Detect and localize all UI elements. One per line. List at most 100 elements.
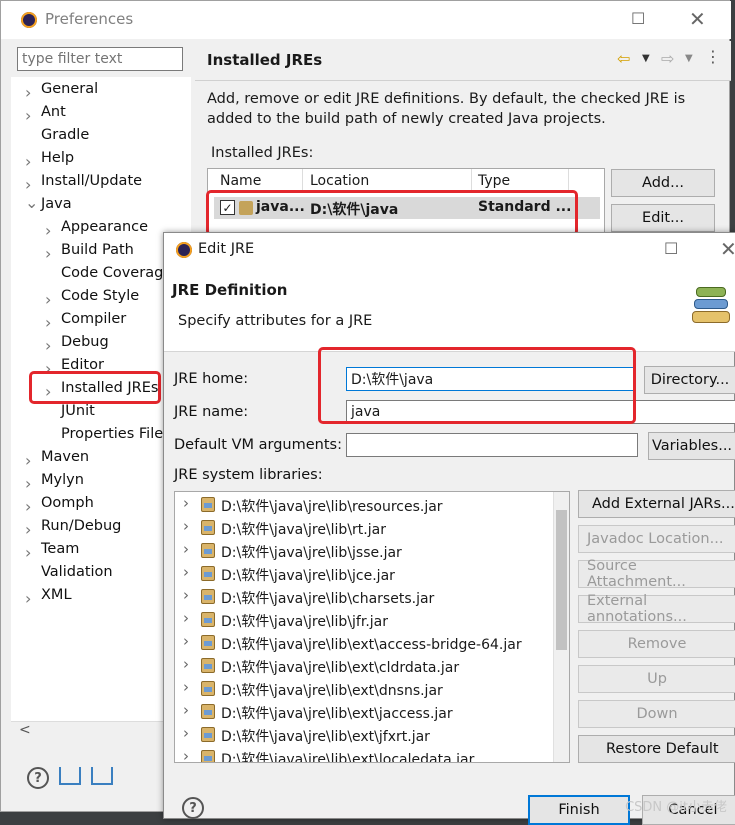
chevron-right-icon[interactable]: › <box>183 609 189 627</box>
export-icon[interactable] <box>91 767 113 785</box>
chevron-right-icon[interactable]: › <box>25 543 31 562</box>
edit-jre-button[interactable]: Edit... <box>611 204 715 232</box>
scroll-left-icon[interactable]: < <box>19 722 31 738</box>
tree-item[interactable]: Build Path <box>61 242 134 258</box>
library-row[interactable]: › D:\软件\java\jre\lib\jfr.jar <box>175 609 555 632</box>
chevron-right-icon[interactable]: › <box>183 494 189 512</box>
library-row[interactable]: › D:\软件\java\jre\lib\jsse.jar <box>175 540 555 563</box>
column-header-location[interactable]: Location <box>310 173 369 189</box>
forward-arrow-icon[interactable]: ⇨ <box>661 49 674 68</box>
library-row[interactable]: › D:\软件\java\jre\lib\resources.jar <box>175 494 555 517</box>
add-jre-button[interactable]: Add... <box>611 169 715 197</box>
chevron-right-icon[interactable]: › <box>183 747 189 762</box>
chevron-right-icon[interactable]: › <box>45 313 51 332</box>
system-libraries-label: JRE system libraries: <box>174 467 323 483</box>
chevron-right-icon[interactable]: › <box>25 106 31 125</box>
dialog-titlebar: Edit JRE ☐ ✕ <box>164 233 735 267</box>
help-icon[interactable]: ? <box>27 767 49 789</box>
forward-dropdown-icon[interactable]: ▼ <box>685 53 693 64</box>
tree-item[interactable]: Java <box>41 196 72 212</box>
chevron-right-icon[interactable]: › <box>25 520 31 539</box>
library-row[interactable]: › D:\软件\java\jre\lib\jce.jar <box>175 563 555 586</box>
tree-item[interactable]: Help <box>41 150 74 166</box>
import-icon[interactable] <box>59 767 81 785</box>
chevron-right-icon[interactable]: › <box>45 290 51 309</box>
chevron-down-icon[interactable]: ⌄ <box>25 193 38 212</box>
column-header-name[interactable]: Name <box>220 173 261 189</box>
vm-arguments-input[interactable] <box>346 433 638 457</box>
jar-icon <box>201 750 215 762</box>
tree-item[interactable]: Gradle <box>41 127 89 143</box>
tree-item[interactable]: Install/Update <box>41 173 142 189</box>
tree-item[interactable]: Ant <box>41 104 66 120</box>
add-external-jars-button[interactable]: Add External JARs... <box>578 490 735 518</box>
library-row[interactable]: › D:\软件\java\jre\lib\ext\jfxrt.jar <box>175 724 555 747</box>
remove-button: Remove <box>578 630 735 658</box>
variables-button[interactable]: Variables... <box>648 432 735 460</box>
chevron-right-icon[interactable]: › <box>25 175 31 194</box>
filter-input[interactable] <box>17 47 183 71</box>
chevron-right-icon[interactable]: › <box>25 589 31 608</box>
chevron-right-icon[interactable]: › <box>183 678 189 696</box>
dialog-heading: JRE Definition <box>172 281 288 299</box>
tree-item[interactable]: General <box>41 81 98 97</box>
library-row[interactable]: › D:\软件\java\jre\lib\ext\cldrdata.jar <box>175 655 555 678</box>
maximize-icon[interactable]: ☐ <box>631 9 645 28</box>
chevron-right-icon[interactable]: › <box>183 540 189 558</box>
maximize-icon[interactable]: ☐ <box>664 239 678 258</box>
chevron-right-icon[interactable]: › <box>183 724 189 742</box>
chevron-right-icon[interactable]: › <box>183 586 189 604</box>
library-row[interactable]: › D:\软件\java\jre\lib\ext\access-bridge-64… <box>175 632 555 655</box>
chevron-right-icon[interactable]: › <box>183 701 189 719</box>
help-icon[interactable]: ? <box>182 797 204 819</box>
tree-item[interactable]: Team <box>41 541 79 557</box>
library-row[interactable]: › D:\软件\java\jre\lib\ext\jaccess.jar <box>175 701 555 724</box>
chevron-right-icon[interactable]: › <box>25 152 31 171</box>
tree-item[interactable]: Code Coverag <box>61 265 163 281</box>
tree-item[interactable]: XML <box>41 587 72 603</box>
tree-item[interactable]: Appearance <box>61 219 148 235</box>
close-icon[interactable]: ✕ <box>720 237 735 261</box>
chevron-right-icon[interactable]: › <box>183 632 189 650</box>
tree-item[interactable]: Validation <box>41 564 113 580</box>
library-row[interactable]: › D:\软件\java\jre\lib\charsets.jar <box>175 586 555 609</box>
tree-item[interactable]: Oomph <box>41 495 94 511</box>
chevron-right-icon[interactable]: › <box>183 517 189 535</box>
vm-arguments-label: Default VM arguments: <box>174 437 342 453</box>
chevron-right-icon[interactable]: › <box>183 563 189 581</box>
chevron-right-icon[interactable]: › <box>25 497 31 516</box>
tree-item[interactable]: Properties File <box>61 426 163 442</box>
back-dropdown-icon[interactable]: ▼ <box>642 53 650 64</box>
chevron-right-icon[interactable]: › <box>25 83 31 102</box>
system-libraries-tree[interactable]: › D:\软件\java\jre\lib\resources.jar › D:\软件\… <box>174 491 570 763</box>
chevron-right-icon[interactable]: › <box>25 451 31 470</box>
highlight-box-home-name <box>318 347 636 424</box>
jar-icon <box>201 704 215 719</box>
column-header-type[interactable]: Type <box>478 173 510 189</box>
close-icon[interactable]: ✕ <box>689 7 706 31</box>
tree-item[interactable]: Maven <box>41 449 89 465</box>
finish-button[interactable]: Finish <box>528 795 630 825</box>
tree-item[interactable]: Run/Debug <box>41 518 121 534</box>
tree-item[interactable]: Debug <box>61 334 109 350</box>
chevron-right-icon[interactable]: › <box>183 655 189 673</box>
tree-item[interactable]: JUnit <box>61 403 95 419</box>
tree-item[interactable]: Code Style <box>61 288 139 304</box>
back-arrow-icon[interactable]: ⇦ <box>617 49 630 68</box>
tree-item[interactable]: Mylyn <box>41 472 84 488</box>
chevron-right-icon[interactable]: › <box>45 244 51 263</box>
restore-default-button[interactable]: Restore Default <box>578 735 735 763</box>
library-row[interactable]: › D:\软件\java\jre\lib\ext\localedata.jar <box>175 747 555 762</box>
chevron-right-icon[interactable]: › <box>45 221 51 240</box>
jar-icon <box>201 681 215 696</box>
library-row[interactable]: › D:\软件\java\jre\lib\rt.jar <box>175 517 555 540</box>
jre-name-label: JRE name: <box>174 404 249 420</box>
chevron-right-icon[interactable]: › <box>45 336 51 355</box>
tree-item[interactable]: Compiler <box>61 311 126 327</box>
menu-kebab-icon[interactable]: ⋮ <box>705 47 721 66</box>
chevron-right-icon[interactable]: › <box>25 474 31 493</box>
libraries-scroll-thumb[interactable] <box>556 510 567 650</box>
directory-button[interactable]: Directory... <box>644 366 735 394</box>
library-row[interactable]: › D:\软件\java\jre\lib\ext\dnsns.jar <box>175 678 555 701</box>
jar-icon <box>201 543 215 558</box>
